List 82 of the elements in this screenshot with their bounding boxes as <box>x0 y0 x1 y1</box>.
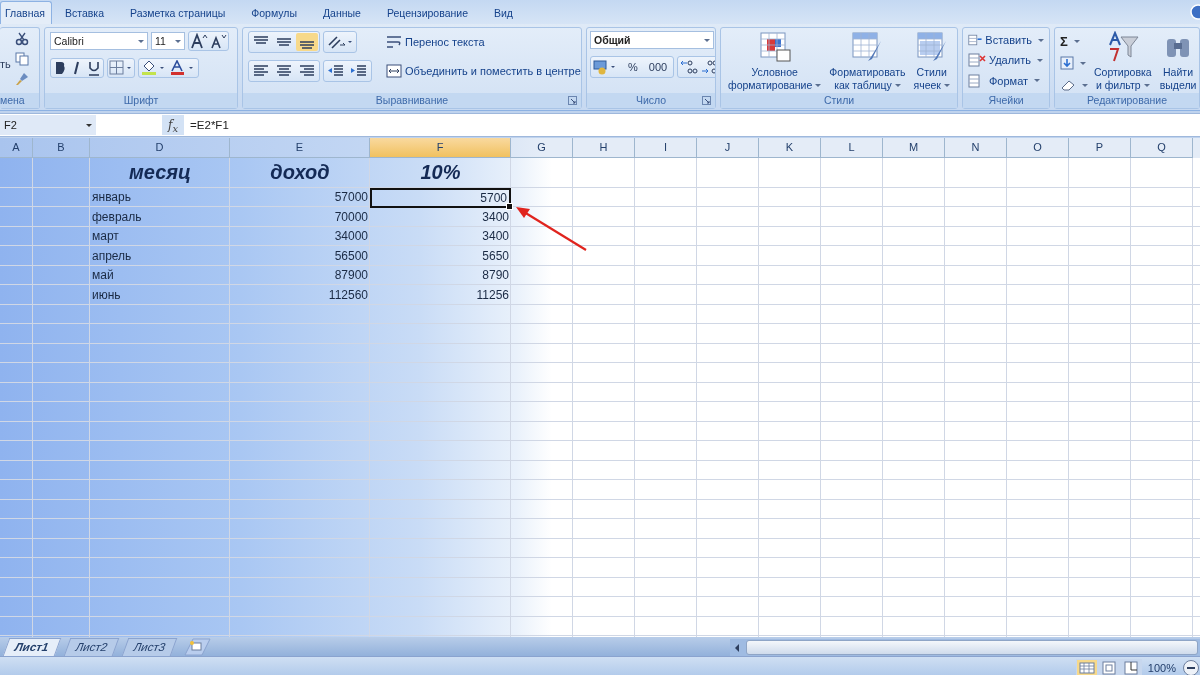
table-cell-text: 112560 <box>327 286 369 304</box>
scroll-thumb[interactable] <box>746 640 1198 655</box>
group-label: Редактирование <box>1055 93 1199 108</box>
underline-icon[interactable] <box>86 60 102 76</box>
ribbon-tab[interactable]: Вид <box>481 2 526 24</box>
ribbon-tab[interactable]: Разметка страницы <box>117 2 239 24</box>
table-cell-text: март <box>91 228 120 245</box>
merge-center-button[interactable]: Объединить и поместить в центре <box>386 60 581 82</box>
autosum-button[interactable]: Σ <box>1060 31 1088 51</box>
table-cell[interactable]: 5700 <box>370 188 511 208</box>
table-cell-text: 87900 <box>333 267 369 284</box>
sheet-tab[interactable]: Лист2 <box>63 638 120 656</box>
vertical-align-icon[interactable] <box>296 33 318 51</box>
wrap-text-button[interactable]: Перенос текста <box>386 31 581 53</box>
increase-decimal-icon[interactable] <box>679 58 700 76</box>
shrink-font-icon[interactable] <box>209 33 227 49</box>
insert-function-button[interactable]: f$_{x}$ <box>162 115 185 135</box>
group-label: Шрифт <box>45 93 237 108</box>
table-cell-text: май <box>91 267 115 284</box>
help-icon[interactable] <box>1188 4 1200 20</box>
editing-button[interactable]: Сортировка и фильтр <box>1092 31 1154 91</box>
dialog-launcher-icon[interactable] <box>702 96 711 105</box>
table-cell[interactable]: 3400 <box>370 207 511 227</box>
styles-button[interactable]: Форматировать как таблицу <box>827 31 908 91</box>
fill-down-icon <box>1060 56 1074 70</box>
name-box[interactable]: F2 <box>0 115 96 135</box>
cells-button[interactable]: Удалить <box>968 51 1044 70</box>
thousands-separator-button[interactable]: 000 <box>643 61 673 73</box>
table-cell-text: доход <box>269 160 331 185</box>
table-cell[interactable]: 8790 <box>370 266 511 286</box>
dialog-launcher-icon[interactable] <box>568 96 577 105</box>
table-cell[interactable]: 5650 <box>370 246 511 266</box>
ribbon-tab[interactable]: Формулы <box>238 2 310 24</box>
font-name-dropdown[interactable]: Calibri <box>50 32 148 50</box>
font-size-dropdown[interactable]: 11 <box>151 32 185 50</box>
table-cell-text: месяц <box>128 160 192 185</box>
brush-icon[interactable] <box>14 72 29 86</box>
cells-button[interactable]: Формат <box>968 71 1044 90</box>
styles-button[interactable]: Стили ячеек <box>911 31 952 91</box>
table-cell-text: 70000 <box>333 208 369 226</box>
paste-label[interactable]: ть <box>0 58 11 93</box>
ribbon-tab[interactable]: Рецензирование <box>373 2 481 24</box>
decrease-decimal-icon[interactable] <box>700 58 715 76</box>
grow-font-icon[interactable] <box>190 33 208 49</box>
sheet-tab[interactable]: Лист3 <box>121 638 178 656</box>
group-label: Стили <box>721 93 957 108</box>
horizontal-scrollbar[interactable] <box>730 639 1200 656</box>
table-cell-text: февраль <box>91 208 143 226</box>
table-cell-text: 34000 <box>333 228 369 245</box>
copy-icon[interactable] <box>14 52 29 66</box>
ribbon-tab[interactable]: Главная <box>0 1 52 24</box>
scissors-icon[interactable] <box>14 32 29 46</box>
table-cell-text: июнь <box>91 286 122 304</box>
number-format-dropdown[interactable]: Общий <box>590 31 714 49</box>
zoom-level[interactable]: 100% <box>1147 661 1176 674</box>
group-label: Ячейки <box>963 93 1049 108</box>
editing-button[interactable]: Найти выдели <box>1157 31 1199 91</box>
group-label: мена <box>0 93 39 108</box>
fill-button[interactable] <box>1060 53 1088 73</box>
styles-button[interactable]: Условное форматирование <box>726 31 824 91</box>
cells-button[interactable]: Вставить <box>968 31 1044 50</box>
table-cell-text: 10% <box>419 160 462 185</box>
merge-cells-icon <box>386 64 402 78</box>
table-cell[interactable]: 11256 <box>370 285 511 305</box>
ribbon-tab[interactable]: Данные <box>309 2 374 24</box>
zoom-out-icon[interactable] <box>1182 658 1200 675</box>
sheet-tab[interactable]: Лист1 <box>2 638 61 656</box>
column-header[interactable]: F <box>370 138 511 158</box>
table-style-icon <box>757 31 792 63</box>
borders-icon[interactable] <box>109 60 133 76</box>
wrap-text-icon <box>386 35 402 49</box>
cells-icon <box>968 52 986 69</box>
table-cell-text: 56500 <box>333 247 369 265</box>
ribbon-tab[interactable]: Вставка <box>51 2 117 24</box>
table-cell-text: январь <box>91 189 132 206</box>
table-cell[interactable]: 3400 <box>370 227 511 247</box>
formula-field[interactable]: =E2*F1 <box>184 119 1200 131</box>
percent-button[interactable]: % <box>623 61 643 73</box>
group-label: Число <box>587 93 715 108</box>
group-label: Выравнивание <box>243 93 581 108</box>
table-cell-text: апрель <box>91 247 133 265</box>
table-cell-text: 57000 <box>333 189 369 206</box>
